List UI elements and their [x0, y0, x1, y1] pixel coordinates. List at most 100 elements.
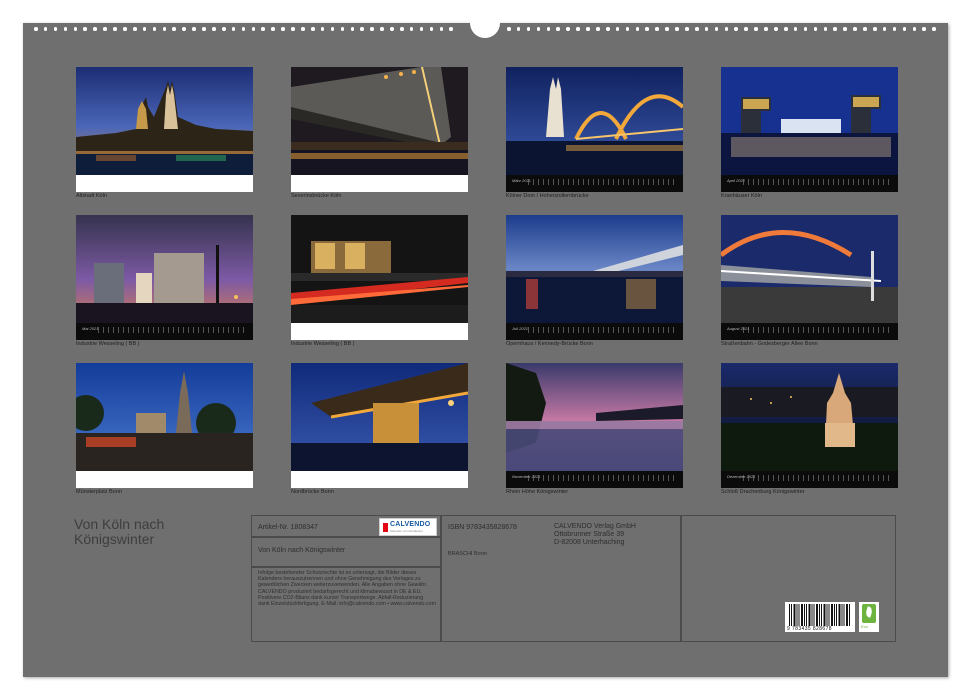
binding-hole	[586, 27, 590, 31]
binding-hole	[221, 27, 226, 31]
photo	[721, 67, 898, 175]
binding-hole	[390, 27, 394, 31]
info-title: Von Köln nach Königswinter	[258, 547, 346, 554]
divider	[440, 516, 442, 641]
binding-hole	[103, 27, 107, 31]
month-strip	[291, 323, 468, 340]
month-strip: Juli 2021	[506, 323, 683, 340]
binding-hole	[449, 27, 453, 31]
thumbnail-november[interactable]: November 2021 Rhein Höhe Königswinter	[506, 363, 683, 495]
binding-hole	[43, 27, 48, 31]
binding-hole	[615, 27, 620, 31]
day-grid	[743, 475, 893, 481]
binding-hole	[655, 27, 659, 31]
binding-hole	[704, 27, 709, 31]
binding-hole	[675, 27, 679, 31]
binding-hole	[882, 27, 887, 31]
isbn: ISBN 9783435828678	[448, 524, 517, 531]
thumbnail-december[interactable]: Dezember 2021 Schloß Drachenburg Königsw…	[721, 363, 898, 495]
publisher-city: D-82008 Unterhaching	[554, 539, 625, 546]
thumbnail-caption: Nordbrücke Bonn	[291, 489, 334, 495]
thumbnail-september[interactable]: Münsterplatz Bonn	[76, 363, 253, 495]
binding-hole	[93, 27, 97, 31]
binding-hole	[231, 27, 236, 31]
binding-hole	[439, 27, 444, 31]
binding-hole	[823, 27, 828, 31]
logo-tagline: Kalender vom Entdecker	[390, 529, 423, 533]
month-strip: April 2021	[721, 175, 898, 192]
binding-hole	[241, 27, 246, 31]
photo	[506, 215, 683, 323]
binding-hole	[793, 27, 798, 31]
binding-hole	[724, 27, 729, 31]
binding-hole	[872, 27, 877, 31]
binding-hole	[152, 27, 157, 31]
binding-hole	[162, 27, 167, 31]
photo	[506, 67, 683, 175]
thumbnail-october[interactable]: Nordbrücke Bonn	[291, 363, 468, 495]
binding-hole	[774, 27, 778, 31]
photo	[721, 363, 898, 471]
thumbnail-january[interactable]: Altstadt Köln	[76, 67, 253, 199]
thumbnail-caption: Industrie Wesseling ( BB )	[291, 341, 355, 347]
thumbnail-caption: Münsterplatz Bonn	[76, 489, 122, 495]
thumbnail-caption: Opernhaus / Kennedy-Brücke Bonn	[506, 341, 593, 347]
month-strip	[291, 175, 468, 192]
thumbnail-caption: Severinsbrücke Köln	[291, 193, 342, 199]
binding-hole	[526, 27, 531, 31]
binding-hole	[516, 27, 521, 31]
month-strip: Dezember 2021	[721, 471, 898, 488]
divider	[252, 536, 440, 538]
month-strip	[76, 471, 253, 488]
binding-hole	[271, 27, 275, 31]
binding-hole	[912, 27, 917, 31]
binding-hole	[783, 27, 788, 31]
binding-hole	[566, 27, 570, 31]
binding-hole	[625, 27, 630, 31]
barcode-bars	[789, 604, 851, 626]
photo	[291, 363, 468, 471]
calendar-title: Von Köln nach Königswinter	[74, 516, 165, 547]
binding-hole	[694, 27, 699, 31]
binding-hole	[172, 27, 177, 31]
binding-hole	[764, 27, 768, 31]
binding-hole	[291, 27, 295, 31]
binding-hole	[142, 27, 147, 31]
thumbnail-april[interactable]: April 2021 Kranhäuser Köln	[721, 67, 898, 199]
binding-hole	[853, 27, 857, 31]
publisher-name: CALVENDO Verlag GmbH	[554, 523, 636, 530]
isbn-barcode: 9 783435 828678	[785, 602, 855, 632]
binding-hole	[301, 27, 305, 31]
thumbnail-february[interactable]: Severinsbrücke Köln	[291, 67, 468, 199]
binding-hole	[932, 27, 936, 31]
binding-hole	[340, 27, 345, 31]
thumbnail-caption: Schloß Drachenburg Königswinter	[721, 489, 805, 495]
logo-wordmark: CALVENDO	[390, 521, 431, 528]
logo-mark	[383, 523, 388, 532]
thumbnail-july[interactable]: Juli 2021 Opernhaus / Kennedy-Brücke Bon…	[506, 215, 683, 347]
thumbnail-march[interactable]: März 2021 Kölner Dom / Hohenzollernbrück…	[506, 67, 683, 199]
binding-hole	[123, 27, 127, 31]
binding-hole	[665, 27, 669, 31]
binding-hole	[902, 27, 907, 31]
binding-holes-left	[34, 27, 459, 33]
day-grid	[528, 475, 678, 481]
month-label: Juli 2021	[512, 326, 529, 331]
day-grid	[743, 327, 893, 333]
binding-hole	[734, 27, 739, 31]
thumbnail-june[interactable]: Industrie Wesseling ( BB )	[291, 215, 468, 347]
binding-hole	[370, 27, 374, 31]
thumbnail-august[interactable]: August 2021 Straßenbahn - Godesberger Al…	[721, 215, 898, 347]
binding-hole	[113, 27, 117, 31]
leaf-icon	[862, 604, 876, 623]
binding-hole	[53, 27, 58, 31]
binding-hole	[843, 27, 847, 31]
photo	[291, 215, 468, 323]
binding-hole	[645, 27, 650, 31]
thumbnail-may[interactable]: Mai 2021 Industrie Wesseling ( BB )	[76, 215, 253, 347]
calvendo-logo: CALVENDO Kalender vom Entdecker	[379, 518, 437, 536]
binding-hole	[576, 27, 580, 31]
thumbnail-caption: Kranhäuser Köln	[721, 193, 762, 199]
binding-hole	[320, 27, 325, 31]
publisher-street: Ottobrunner Straße 39	[554, 531, 625, 538]
